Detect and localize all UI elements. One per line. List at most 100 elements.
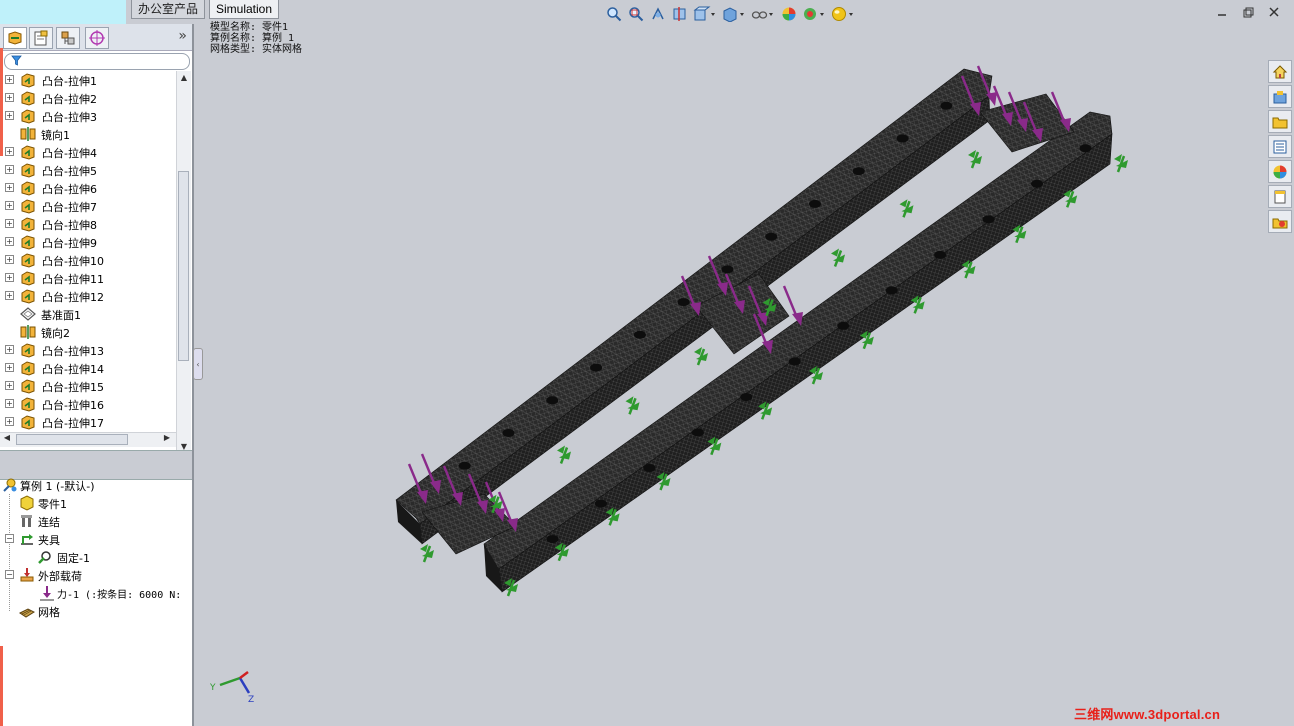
tree-item[interactable]: + 凸台-拉伸6 <box>0 179 176 197</box>
tree-horizontal-scrollbar[interactable]: ◀ ▶ <box>0 432 176 447</box>
vertical-scroll-thumb[interactable] <box>178 171 189 361</box>
expand-icon[interactable]: + <box>5 75 14 84</box>
fixture-item[interactable]: 固定-1 <box>9 548 189 566</box>
tree-item[interactable]: + 凸台-拉伸10 <box>0 251 176 269</box>
expand-icon[interactable]: + <box>5 237 14 246</box>
tree-item-label: 凸台-拉伸17 <box>42 417 104 430</box>
mesh-node[interactable]: 网格 <box>9 602 189 620</box>
view-settings-icon[interactable] <box>830 4 856 23</box>
part-node[interactable]: 零件1 <box>9 494 189 512</box>
load-item[interactable]: 力-1 (:按条目: 6000 N: <box>9 584 189 602</box>
tree-item[interactable]: + 凸台-拉伸14 <box>0 359 176 377</box>
dimxpert-icon[interactable] <box>85 27 109 49</box>
configuration-manager-icon[interactable] <box>56 27 80 49</box>
boss-extrude-icon <box>20 288 36 304</box>
scroll-up-icon[interactable]: ▲ <box>179 73 189 85</box>
connections-node[interactable]: 连结 <box>9 512 189 530</box>
previous-view-icon[interactable] <box>648 4 667 23</box>
tab-simulation[interactable]: Simulation <box>209 0 280 19</box>
tree-item[interactable]: + 凸台-拉伸11 <box>0 269 176 287</box>
tree-item[interactable]: + 凸台-拉伸15 <box>0 377 176 395</box>
expand-icon[interactable]: + <box>5 345 14 354</box>
tab-office-products[interactable]: 办公室产品 <box>131 0 206 19</box>
tree-item[interactable]: + 凸台-拉伸5 <box>0 161 176 179</box>
scroll-right-icon[interactable]: ▶ <box>162 433 172 445</box>
fixed-geometry-icon <box>38 551 51 564</box>
hide-show-items-icon[interactable] <box>750 4 776 23</box>
tree-item[interactable]: + 凸台-拉伸8 <box>0 215 176 233</box>
fixture-symbol <box>968 150 982 169</box>
expand-icon[interactable]: + <box>5 417 14 426</box>
edit-appearance-icon[interactable] <box>779 4 798 23</box>
tree-item[interactable]: + 凸台-拉伸17 <box>0 413 176 431</box>
meshed-frame-model[interactable] <box>194 24 1294 726</box>
more-tabs-icon[interactable]: » <box>178 28 187 44</box>
feature-manager-icon[interactable] <box>3 27 27 49</box>
tree-item-label: 凸台-拉伸13 <box>42 345 104 358</box>
study-node[interactable]: 算例 1 (-默认-) <box>0 476 190 494</box>
external-loads-node[interactable]: − 外部载荷 <box>0 566 190 584</box>
zoom-to-fit-icon[interactable] <box>604 4 623 23</box>
tree-item-label: 凸台-拉伸9 <box>42 237 97 250</box>
appearances-icon[interactable] <box>1268 160 1292 183</box>
expand-icon[interactable]: + <box>5 93 14 102</box>
bolt-hole <box>458 461 471 470</box>
expand-icon[interactable]: + <box>5 147 14 156</box>
home-icon[interactable] <box>1268 60 1292 83</box>
fixtures-node[interactable]: − 夹具 <box>0 530 190 548</box>
close-icon[interactable] <box>1268 6 1280 18</box>
scroll-left-icon[interactable]: ◀ <box>2 433 12 445</box>
property-manager-icon[interactable] <box>29 27 53 49</box>
bolt-hole <box>940 101 953 110</box>
custom-properties-icon[interactable] <box>1268 185 1292 208</box>
apply-scene-icon[interactable] <box>801 4 827 23</box>
left-edge-accent <box>0 48 3 156</box>
design-library-icon[interactable] <box>1268 110 1292 133</box>
tree-item[interactable]: 镜向2 <box>0 323 176 341</box>
tree-item[interactable]: + 凸台-拉伸3 <box>0 107 176 125</box>
view-palette-icon[interactable] <box>1268 210 1292 233</box>
tree-item[interactable]: 镜向1 <box>0 125 176 143</box>
bolt-hole <box>788 357 801 366</box>
expand-icon[interactable]: + <box>5 183 14 192</box>
expand-icon[interactable]: + <box>5 165 14 174</box>
view-orientation-icon[interactable] <box>692 4 718 23</box>
minimize-icon[interactable] <box>1216 6 1228 18</box>
tree-item[interactable]: + 凸台-拉伸7 <box>0 197 176 215</box>
expand-icon[interactable]: + <box>5 381 14 390</box>
tree-item[interactable]: + 凸台-拉伸13 <box>0 341 176 359</box>
horizontal-scroll-thumb[interactable] <box>16 434 128 445</box>
tree-filter-field[interactable] <box>4 53 190 70</box>
zoom-area-icon[interactable] <box>626 4 645 23</box>
tree-item[interactable]: + 凸台-拉伸1 <box>0 71 176 89</box>
bolt-hole <box>837 321 850 330</box>
file-explorer-icon[interactable] <box>1268 135 1292 158</box>
tree-item-label: 凸台-拉伸15 <box>42 381 104 394</box>
tree-item[interactable]: + 凸台-拉伸12 <box>0 287 176 305</box>
restore-icon[interactable] <box>1242 6 1254 18</box>
tree-item[interactable]: + 凸台-拉伸2 <box>0 89 176 107</box>
expand-icon[interactable]: + <box>5 363 14 372</box>
resources-icon[interactable] <box>1268 85 1292 108</box>
graphics-area[interactable]: 模型名称: 零件1 算例名称: 算例 1 网格类型: 实体网格 Y Z <box>194 22 1294 726</box>
expand-icon[interactable]: + <box>5 273 14 282</box>
bolt-hole <box>896 134 909 143</box>
collapse-icon[interactable]: − <box>5 570 14 579</box>
expand-icon[interactable]: + <box>5 291 14 300</box>
tree-item[interactable]: 基准面1 <box>0 305 176 323</box>
expand-icon[interactable]: + <box>5 201 14 210</box>
collapse-icon[interactable]: − <box>5 534 14 543</box>
tree-item[interactable]: + 凸台-拉伸9 <box>0 233 176 251</box>
expand-icon[interactable]: + <box>5 255 14 264</box>
tree-item[interactable]: + 凸台-拉伸16 <box>0 395 176 413</box>
boss-extrude-icon <box>20 342 36 358</box>
tree-vertical-scrollbar[interactable]: ▲ ▼ <box>176 71 191 456</box>
bolt-hole <box>590 363 603 372</box>
section-view-icon[interactable] <box>670 4 689 23</box>
expand-icon[interactable]: + <box>5 111 14 120</box>
tree-item[interactable]: + 凸台-拉伸4 <box>0 143 176 161</box>
expand-icon[interactable]: + <box>5 219 14 228</box>
expand-icon[interactable]: + <box>5 399 14 408</box>
display-style-icon[interactable] <box>721 4 747 23</box>
simulation-study-tree: 算例 1 (-默认-) 零件1 连结 − 夹具 固定-1 − 外部载荷 力-1 … <box>0 476 192 626</box>
